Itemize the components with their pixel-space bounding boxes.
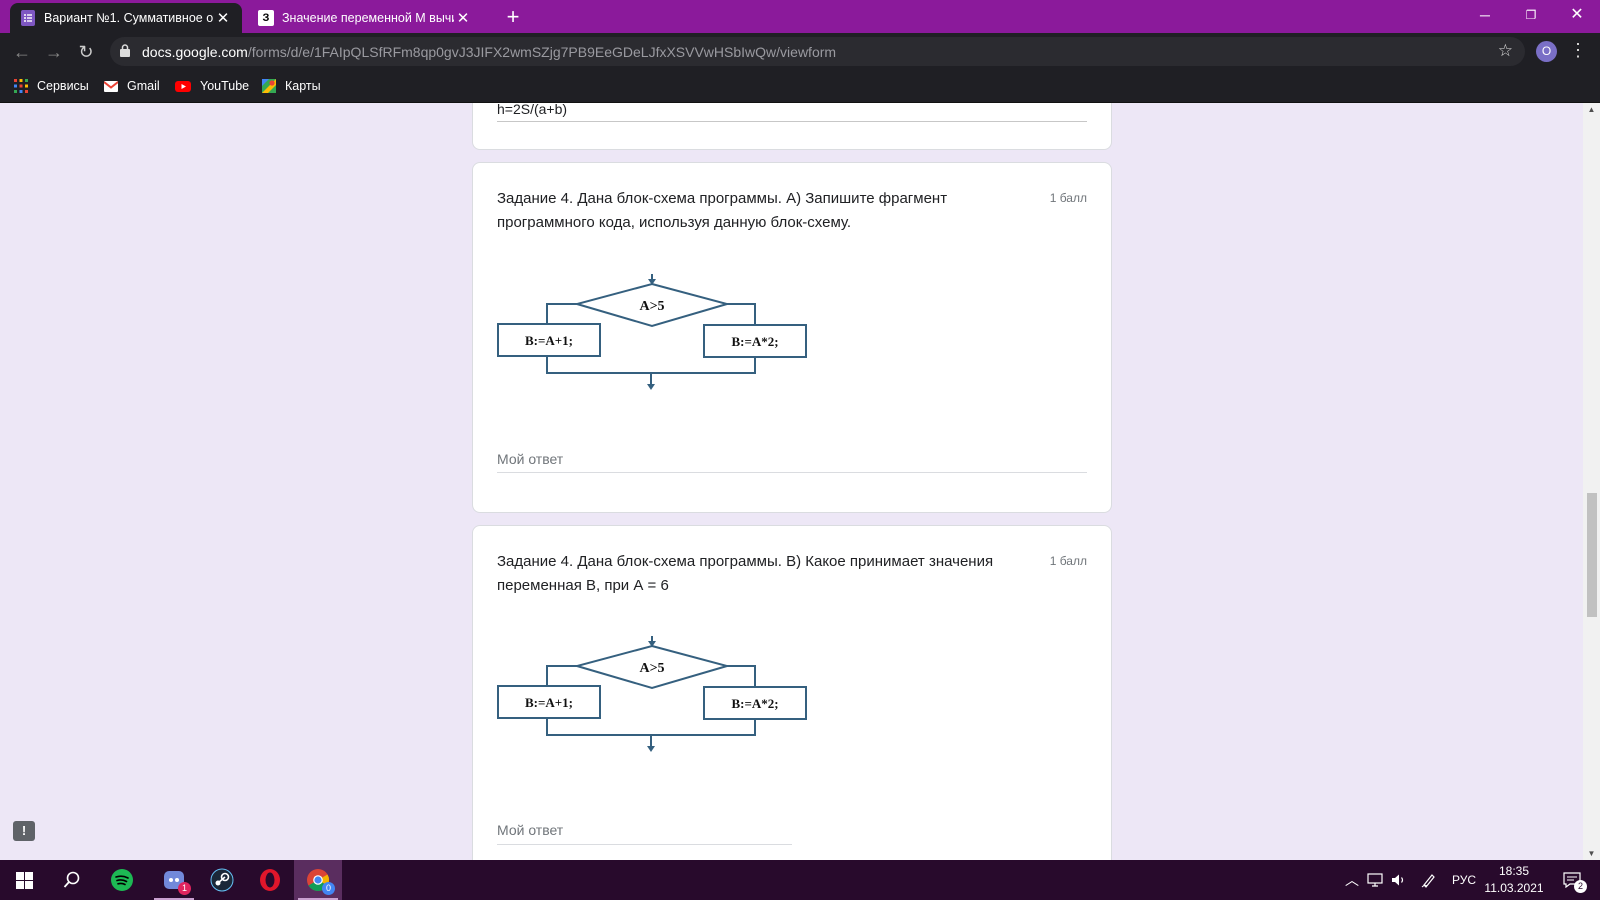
- scroll-down-arrow[interactable]: ▼: [1583, 849, 1600, 858]
- flowchart-condition-text: A>5: [639, 661, 664, 676]
- page-scrollbar[interactable]: ▲ ▼: [1583, 103, 1600, 860]
- url-path: /forms/d/e/1FAIpQLSfRFm8qp0gvJ3JIFX2wmSZ…: [247, 44, 837, 60]
- discord-icon[interactable]: 1: [150, 860, 198, 900]
- search-icon[interactable]: [48, 860, 96, 900]
- forward-button[interactable]: →: [42, 40, 66, 64]
- answer-underline: [497, 472, 1087, 473]
- opera-icon[interactable]: [246, 860, 294, 900]
- tab-strip: Вариант №1. Суммативное оце ✕ З Значение…: [0, 0, 1600, 33]
- question-points: 1 балл: [1049, 191, 1087, 205]
- flowchart-left-text: B:=A+1;: [525, 695, 573, 710]
- scroll-up-arrow[interactable]: ▲: [1583, 105, 1600, 114]
- pen-workspace-icon[interactable]: [1418, 860, 1440, 900]
- profile-avatar[interactable]: O: [1536, 41, 1557, 62]
- browser-window: Вариант №1. Суммативное оце ✕ З Значение…: [0, 0, 1600, 103]
- clock-time: 18:35: [1498, 864, 1530, 878]
- flowchart-left-text: B:=A+1;: [525, 333, 573, 348]
- url-host: docs.google.com: [142, 44, 248, 60]
- bookmark-gmail[interactable]: Gmail: [104, 77, 160, 95]
- windows-taskbar: 1 0 ︿ РУС 18:35 11.03.2021 2: [0, 860, 1600, 900]
- maps-icon: [262, 79, 276, 93]
- flowchart-condition-text: A>5: [639, 299, 664, 314]
- browser-toolbar: ← → ↻ docs.google.com/forms/d/e/1FAIpQLS…: [0, 33, 1600, 70]
- answer-input[interactable]: Мой ответ: [497, 451, 563, 467]
- close-tab-icon[interactable]: ✕: [214, 9, 232, 27]
- back-button[interactable]: ←: [10, 40, 34, 64]
- bookmark-label: Карты: [285, 79, 321, 93]
- bookmark-label: Gmail: [127, 79, 160, 93]
- bookmark-services[interactable]: Сервисы: [14, 77, 89, 95]
- new-tab-button[interactable]: +: [500, 5, 526, 31]
- bookmark-label: YouTube: [200, 79, 250, 93]
- notifications-badge: 2: [1574, 880, 1587, 893]
- lock-icon[interactable]: [120, 44, 130, 57]
- bookmark-star-icon[interactable]: ☆: [1498, 41, 1513, 61]
- previous-answer-text[interactable]: h=2S/(a+b): [497, 103, 567, 117]
- url-text: docs.google.com/forms/d/e/1FAIpQLSfRFm8q…: [142, 44, 836, 60]
- bookmark-label: Сервисы: [37, 79, 89, 93]
- previous-answer-underline: [497, 121, 1087, 122]
- show-hidden-icons-icon[interactable]: ︿: [1342, 860, 1362, 900]
- restore-button[interactable]: ❐: [1508, 0, 1554, 30]
- previous-question-card: h=2S/(a+b): [472, 103, 1112, 150]
- report-feedback-icon[interactable]: !: [13, 821, 35, 841]
- question-text: Задание 4. Дана блок-схема программы. А)…: [497, 190, 948, 231]
- system-clock[interactable]: 18:35 11.03.2021: [1482, 863, 1546, 897]
- question-text: Задание 4. Дана блок-схема программы. В)…: [497, 553, 994, 594]
- tab-title: Значение переменной М вычи: [282, 11, 454, 25]
- browser-menu-icon[interactable]: ⋮: [1568, 40, 1588, 61]
- flowchart-image: A>5 B:=A+1; B:=A*2;: [497, 636, 807, 752]
- bookmark-youtube[interactable]: YouTube: [175, 77, 249, 95]
- clock-date: 11.03.2021: [1484, 881, 1544, 895]
- scrollbar-thumb[interactable]: [1587, 493, 1597, 617]
- bookmarks-bar: Сервисы Gmail YouTube Карты: [0, 70, 1600, 103]
- chrome-icon[interactable]: 0: [294, 860, 342, 900]
- language-indicator[interactable]: РУС: [1448, 860, 1480, 900]
- flowchart-right-text: B:=A*2;: [731, 334, 778, 349]
- notifications-icon[interactable]: 2: [1556, 860, 1588, 900]
- gmail-icon: [104, 80, 118, 92]
- tab-forms[interactable]: Вариант №1. Суммативное оце ✕: [10, 3, 242, 33]
- volume-icon[interactable]: [1388, 860, 1410, 900]
- close-window-button[interactable]: ✕: [1554, 0, 1600, 30]
- flowchart-right-text: B:=A*2;: [731, 696, 778, 711]
- address-bar[interactable]: docs.google.com/forms/d/e/1FAIpQLSfRFm8q…: [110, 37, 1525, 66]
- spotify-icon[interactable]: [98, 860, 146, 900]
- chrome-badge: 0: [322, 882, 335, 895]
- network-icon[interactable]: [1364, 860, 1386, 900]
- reload-button[interactable]: ↻: [74, 40, 98, 64]
- answer-input[interactable]: Мой ответ: [497, 822, 563, 838]
- youtube-icon: [175, 80, 191, 92]
- tab-znanija[interactable]: З Значение переменной М вычи ✕: [248, 3, 482, 33]
- question-card: Задание 4. Дана блок-схема программы. А)…: [472, 162, 1112, 513]
- minimize-button[interactable]: ─: [1462, 0, 1508, 30]
- steam-icon[interactable]: [198, 860, 246, 900]
- znanija-icon: З: [258, 10, 274, 26]
- answer-underline: [497, 844, 792, 845]
- question-card: Задание 4. Дана блок-схема программы. В)…: [472, 525, 1112, 860]
- discord-badge: 1: [178, 882, 191, 895]
- google-forms-icon: [20, 10, 36, 26]
- flowchart-arrow-out: [647, 746, 655, 752]
- windows-start-icon[interactable]: [0, 860, 48, 900]
- flowchart-image: A>5 B:=A+1; B:=A*2;: [497, 274, 807, 390]
- apps-grid-icon: [14, 79, 28, 93]
- bookmark-maps[interactable]: Карты: [262, 77, 321, 95]
- flowchart-arrow-out: [647, 384, 655, 390]
- tab-title: Вариант №1. Суммативное оце: [44, 11, 214, 25]
- page-viewport: h=2S/(a+b) Задание 4. Дана блок-схема пр…: [0, 103, 1600, 860]
- question-points: 1 балл: [1049, 554, 1087, 568]
- close-tab-icon[interactable]: ✕: [454, 9, 472, 27]
